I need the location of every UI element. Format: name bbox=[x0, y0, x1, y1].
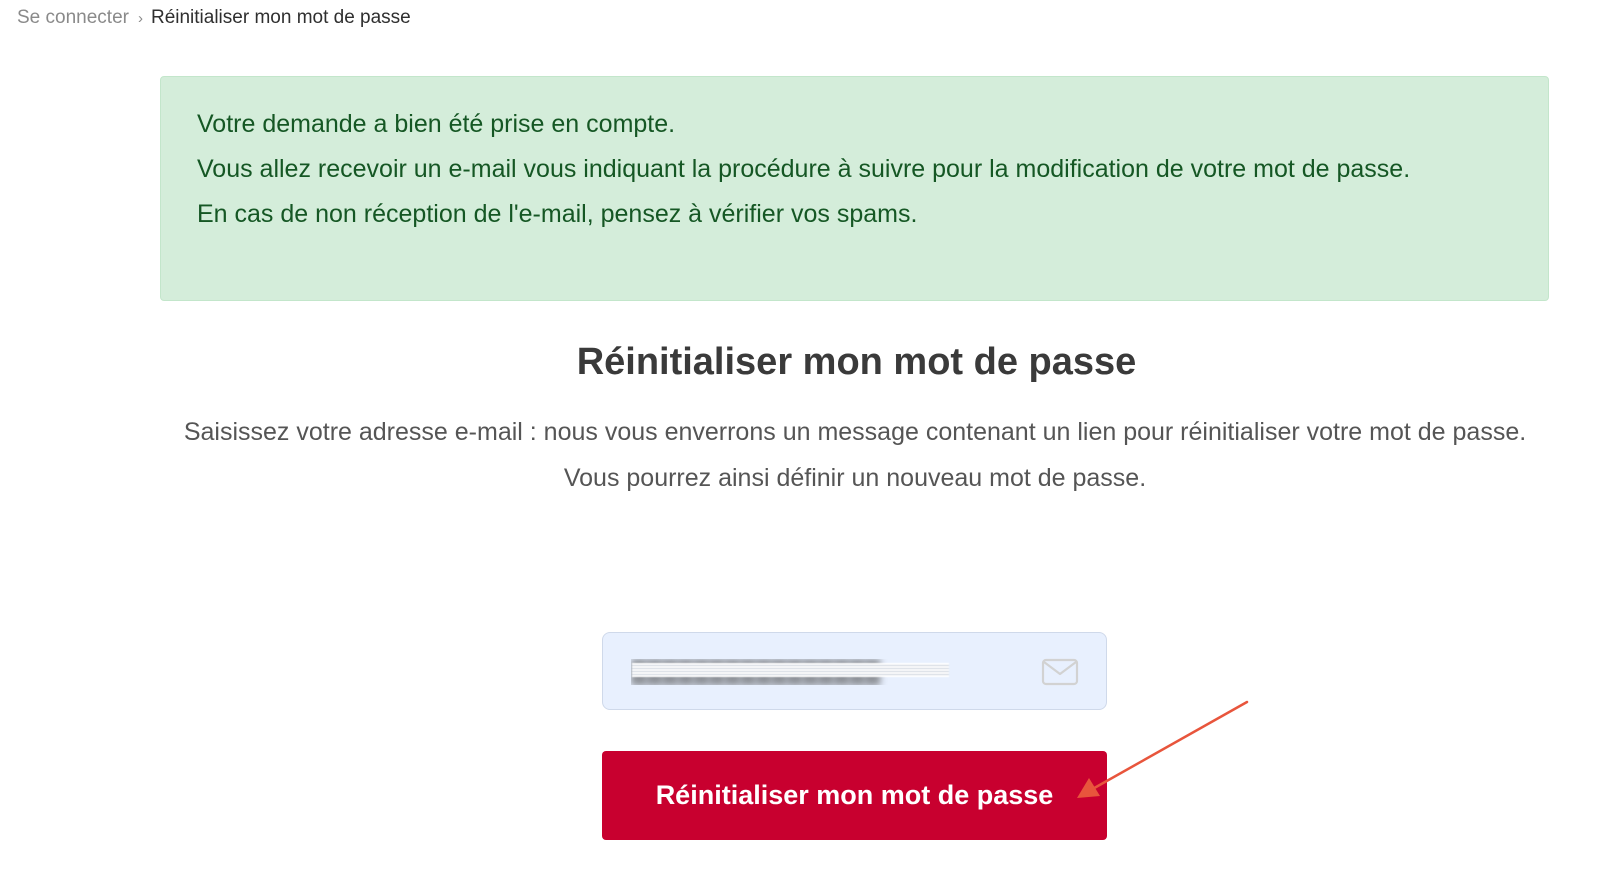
envelope-icon bbox=[1041, 658, 1079, 686]
email-field[interactable] bbox=[602, 632, 1107, 710]
alert-line-instructions: Vous allez recevoir un e-mail vous indiq… bbox=[197, 155, 1411, 183]
page-description: Saisissez votre adresse e-mail : nous vo… bbox=[183, 418, 1527, 492]
breadcrumb: Se connecter › Réinitialiser mon mot de pa… bbox=[17, 7, 411, 30]
breadcrumb-separator: › bbox=[137, 10, 143, 27]
alert-line-spam-hint: En cas de non réception de l'e-mail, pen… bbox=[197, 200, 918, 228]
redacted-email-overlay bbox=[632, 663, 949, 677]
page-title: Réinitialiser mon mot de passe bbox=[576, 341, 1137, 383]
breadcrumb-link-login[interactable]: Se connecter bbox=[17, 7, 129, 28]
annotation-arrow bbox=[1077, 700, 1249, 798]
breadcrumb-current: Réinitialiser mon mot de passe bbox=[150, 7, 411, 28]
reset-password-page: Se connecter › Réinitialiser mon mot de pa… bbox=[0, 0, 1619, 882]
alert-line-confirmation: Votre demande a bien été prise en compte… bbox=[197, 110, 676, 138]
success-alert: Votre demande a bien été prise en compte… bbox=[160, 76, 1549, 301]
reset-password-button[interactable]: Réinitialiser mon mot de passe bbox=[602, 751, 1107, 840]
